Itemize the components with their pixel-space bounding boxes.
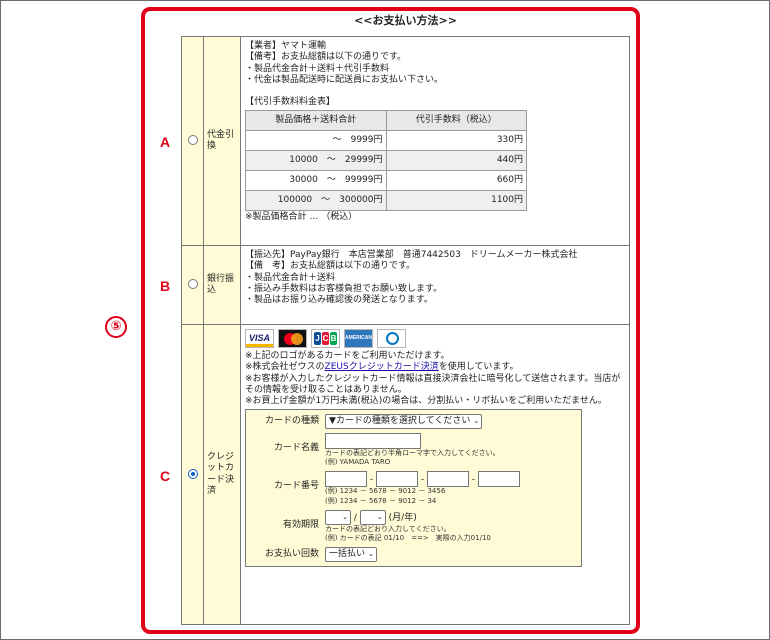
bank-line: ・製品代金合計＋送料 xyxy=(245,272,336,283)
fee-table-title: 【代引手数料料金表】 xyxy=(245,97,336,107)
fee-range: 30000 〜 99999円 xyxy=(245,170,387,192)
row-marker-c: C xyxy=(160,468,171,484)
fee-row: 10000 〜 29999円 440円 xyxy=(245,150,527,172)
amex-logo: AMERICAN EXPRESS xyxy=(344,329,373,348)
card-number-separator: - xyxy=(420,474,425,485)
fee-amount: 440円 xyxy=(385,150,527,172)
installment-row: お支払い回数 一括払い ⌄ xyxy=(250,546,575,562)
installment-select[interactable]: 一括払い ⌄ xyxy=(325,546,377,562)
chevron-down-icon: ⌄ xyxy=(342,512,348,521)
card-name-example: (例) YAMADA TARO xyxy=(325,458,391,467)
credit-radio[interactable] xyxy=(187,468,198,479)
card-type-label: カードの種類 xyxy=(264,416,319,427)
credit-line: ※上記のロゴがあるカードをご利用いただけます。 xyxy=(245,351,450,361)
fee-row: 100000 〜 300000円 1100円 xyxy=(245,190,527,212)
cod-line: ・製品代金合計＋送料＋代引手数料 xyxy=(245,63,390,74)
installment-label: お支払い回数 xyxy=(264,548,319,559)
fee-amount: 660円 xyxy=(385,170,527,192)
diners-club-logo xyxy=(377,329,406,348)
payment-row-credit: クレジットカード決済 VISA J C B AMERICAN EXPRESS ※… xyxy=(181,324,630,625)
card-number-input-2[interactable] xyxy=(376,471,418,488)
cod-line: 【備考】お支払総額は以下の通りです。 xyxy=(245,52,407,63)
bank-line: 【振込先】PayPay銀行 本店営業部 普通7442503 ドリームメーカー株式… xyxy=(245,250,578,260)
visa-logo: VISA xyxy=(245,329,274,348)
credit-line: ※株式会社ゼウスのZEUSクレジットカード決済を使用しています。 xyxy=(245,362,626,373)
chevron-down-icon: ⌄ xyxy=(368,549,374,558)
card-number-input-4[interactable] xyxy=(478,471,520,488)
section-title: <<お支払い方法>> xyxy=(354,14,457,27)
fee-header-price: 製品価格＋送料合計 xyxy=(245,110,387,132)
bank-radio[interactable] xyxy=(187,279,198,290)
expiry-unit: (月/年) xyxy=(388,512,417,523)
radio-cell xyxy=(181,36,204,246)
card-type-select[interactable]: ▼カードの種類を選択してください ⌄ xyxy=(325,414,483,430)
row-marker-b: B xyxy=(160,278,171,294)
bank-name[interactable]: 銀行振込 xyxy=(203,245,241,325)
card-name-hint: カードの表記どおり半角ローマ字で入力してください。 xyxy=(325,449,500,458)
expiry-hint: カードの表記どおり入力してください。 xyxy=(325,524,451,533)
card-name-input[interactable] xyxy=(325,433,421,450)
cod-description: 【業者】ヤマト運輸 【備考】お支払総額は以下の通りです。 ・製品代金合計＋送料＋… xyxy=(240,36,630,246)
radio-cell xyxy=(181,324,204,625)
card-number-row: カード番号 - - - (例) 1234 － 5678 － 9012 － 345… xyxy=(250,471,575,505)
cod-line: ・代金は製品配送時に配送員にお支払い下さい。 xyxy=(245,74,444,85)
fee-row: 〜 9999円 330円 xyxy=(245,130,527,152)
chevron-down-icon: ⌄ xyxy=(473,417,480,426)
fee-amount: 1100円 xyxy=(385,190,527,212)
credit-line: ※お買上げ金額が1万円未満(税込)の場合は、分割払い・リボ払いをご利用いただませ… xyxy=(245,396,607,406)
card-number-input-1[interactable] xyxy=(325,471,367,488)
expiry-row: 有効期限 ⌄ / ⌄ (月/年) カードの表記どおり入力してください。 (例) … xyxy=(250,509,575,543)
card-name-label: カード名義 xyxy=(273,443,319,454)
credit-name[interactable]: クレジットカード決済 xyxy=(203,324,241,625)
fee-note: ※製品価格合計 … （税込） xyxy=(245,212,358,223)
credit-description: VISA J C B AMERICAN EXPRESS ※上記のロゴがあるカード… xyxy=(240,324,630,625)
cod-name[interactable]: 代金引換 xyxy=(203,36,241,246)
payment-row-cod: 代金引換 【業者】ヤマト運輸 【備考】お支払総額は以下の通りです。 ・製品代金合… xyxy=(181,36,630,246)
cod-line: 【業者】ヤマト運輸 xyxy=(245,41,327,51)
payment-row-bank: 銀行振込 【振込先】PayPay銀行 本店営業部 普通7442503 ドリームメ… xyxy=(181,245,630,325)
fee-header-fee: 代引手数料（税込） xyxy=(385,110,527,132)
jcb-logo: J C B xyxy=(311,329,340,348)
radio-cell xyxy=(181,245,204,325)
expiry-example: (例) カードの表記 01/10 ==> 実際の入力01/10 xyxy=(325,533,491,542)
mastercard-logo xyxy=(278,329,307,348)
bank-line: ・振込み手数料はお客様負担でお願い致します。 xyxy=(245,283,443,294)
bank-line: ・製品はお振り込み確認後の発送となります。 xyxy=(245,295,433,305)
credit-text: を使用しています。 xyxy=(438,362,519,373)
fee-range: 100000 〜 300000円 xyxy=(245,190,387,212)
bank-line: 【備 考】お支払総額は以下の通りです。 xyxy=(245,261,416,272)
bank-description: 【振込先】PayPay銀行 本店営業部 普通7442503 ドリームメーカー株式… xyxy=(240,245,630,325)
payment-method-table: 代金引換 【業者】ヤマト運輸 【備考】お支払総額は以下の通りです。 ・製品代金合… xyxy=(181,36,630,625)
row-marker-a: A xyxy=(160,134,171,150)
card-name-row: カード名義 カードの表記どおり半角ローマ字で入力してください。 (例) YAMA… xyxy=(250,433,575,467)
expiry-separator: / xyxy=(353,512,357,523)
fee-amount: 330円 xyxy=(385,130,527,152)
card-number-input-3[interactable] xyxy=(427,471,469,488)
card-number-example: (例) 1234 － 5678 － 9012 － 3456 xyxy=(325,487,446,496)
card-number-separator: - xyxy=(369,474,374,485)
cod-radio[interactable] xyxy=(187,135,198,146)
credit-text: ※株式会社ゼウスの xyxy=(245,362,325,373)
fee-range: 10000 〜 29999円 xyxy=(245,150,387,172)
cod-fee-table: 製品価格＋送料合計 代引手数料（税込） 〜 9999円 330円 10000 〜… xyxy=(245,110,527,212)
expiry-month-select[interactable]: ⌄ xyxy=(325,509,351,525)
card-logos: VISA J C B AMERICAN EXPRESS xyxy=(245,329,626,348)
expiry-year-select[interactable]: ⌄ xyxy=(359,509,386,525)
fee-row: 30000 〜 99999円 660円 xyxy=(245,170,527,192)
card-number-example: (例) 1234 － 5678 － 9012 － 34 xyxy=(325,496,437,505)
card-number-separator: - xyxy=(471,474,476,485)
card-type-row: カードの種類 ▼カードの種類を選択してください ⌄ xyxy=(250,414,575,430)
card-number-label: カード番号 xyxy=(273,481,319,492)
chevron-down-icon: ⌄ xyxy=(376,512,383,521)
fee-range: 〜 9999円 xyxy=(245,130,387,152)
expiry-label: 有効期限 xyxy=(282,519,319,530)
step-number-badge: ⑤ xyxy=(105,316,127,338)
zeus-link[interactable]: ZEUSクレジットカード決済 xyxy=(325,362,439,372)
credit-card-form: カードの種類 ▼カードの種類を選択してください ⌄ カード名義 カードの表記どおり… xyxy=(245,409,582,567)
credit-line: ※お客様が入力したクレジットカード情報は直接決済会社に暗号化して送信されます。当… xyxy=(245,373,621,395)
